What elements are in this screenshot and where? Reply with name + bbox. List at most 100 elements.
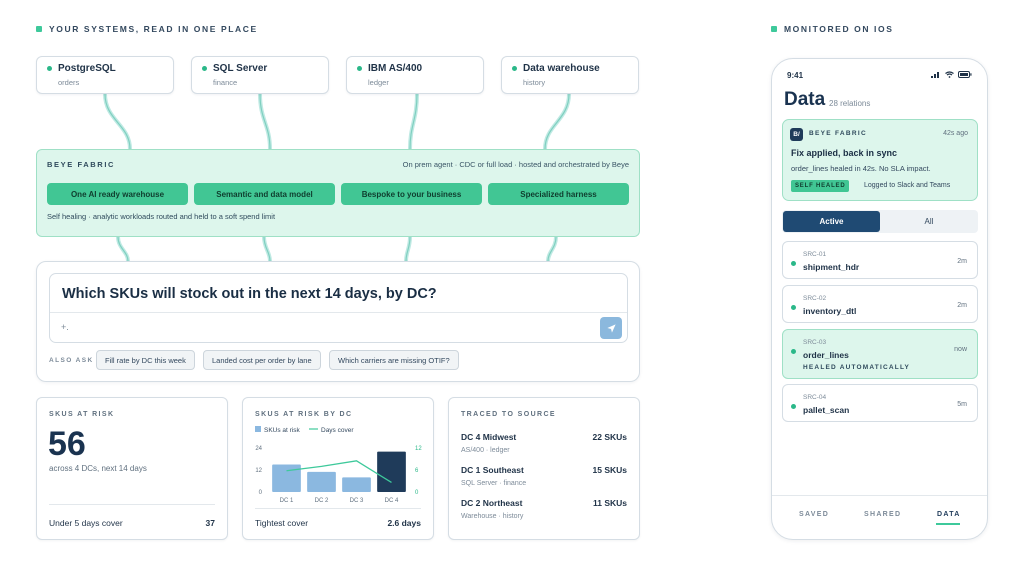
chart-bar — [377, 451, 406, 492]
tab-bar: SAVED SHARED DATA — [772, 495, 987, 539]
big-number: 56 — [48, 425, 86, 463]
fabric-pill-semantic-model[interactable]: Semantic and data model — [194, 183, 335, 205]
trace-row[interactable]: DC 1 Southeast SQL Server · finance 15 S… — [461, 465, 627, 487]
connector-line — [103, 92, 132, 151]
source-name: Data warehouse — [523, 63, 600, 74]
y-right-tick-label: 6 — [415, 468, 419, 474]
self-healed-badge: SELF HEALED — [791, 180, 850, 192]
alert-logged-text: Logged to Slack and Teams — [864, 182, 951, 189]
source-sub: finance — [213, 78, 238, 87]
attach-plus-icon[interactable]: +. — [61, 322, 69, 332]
tab-data[interactable]: DATA — [937, 511, 961, 518]
source-name: SQL Server — [213, 63, 268, 74]
fabric-pill-bespoke[interactable]: Bespoke to your business — [341, 183, 482, 205]
source-card-postgresql[interactable]: PostgreSQL orders — [36, 56, 174, 94]
source-card-sql-server[interactable]: SQL Server finance — [191, 56, 329, 94]
days-cover-line — [286, 460, 392, 484]
x-tick-label: DC 4 — [385, 498, 399, 504]
fabric-title: BEYE FABRIC — [47, 160, 116, 169]
source-name: PostgreSQL — [58, 63, 116, 74]
status-dot-icon — [512, 66, 517, 71]
trace-row[interactable]: DC 4 Midwest AS/400 · ledger 22 SKUs — [461, 432, 627, 454]
relation-time: now — [954, 346, 967, 353]
x-tick-label: DC 2 — [315, 498, 329, 504]
source-sub: orders — [58, 78, 80, 87]
y-right-tick-label: 0 — [415, 490, 419, 496]
list-item[interactable]: SRC-04 pallet_scan 5m — [782, 384, 978, 422]
tab-saved[interactable]: SAVED — [799, 511, 829, 518]
segment-all[interactable]: All — [881, 211, 977, 232]
suggestion-chip[interactable]: Fill rate by DC this week — [96, 350, 195, 370]
relation-name: inventory_dtl — [803, 306, 857, 316]
skus-at-risk-card: SKUS AT RISK 56 across 4 DCs, next 14 da… — [36, 397, 228, 540]
status-time: 9:41 — [787, 71, 804, 80]
query-panel: Which SKUs will stock out in the next 14… — [36, 261, 640, 382]
fabric-description: On prem agent · CDC or full load · hoste… — [402, 160, 629, 169]
trace-row[interactable]: DC 2 Northeast Warehouse · history 11 SK… — [461, 498, 627, 520]
beye-logo-icon: B/ — [790, 128, 803, 141]
send-icon — [606, 323, 616, 333]
relation-name: pallet_scan — [803, 405, 850, 415]
list-item[interactable]: SRC-02 inventory_dtl 2m — [782, 285, 978, 323]
status-dot-icon — [202, 66, 207, 71]
alert-time: 42s ago — [943, 130, 968, 137]
legend-line-label: Days cover — [321, 427, 354, 434]
fabric-alert-card[interactable]: B/ BEYE FABRIC 42s ago Fix applied, back… — [782, 119, 978, 201]
fabric-pill-harness[interactable]: Specialized harness — [488, 183, 629, 205]
connector-line — [116, 235, 130, 263]
big-number-sub: across 4 DCs, next 14 days — [49, 464, 147, 473]
list-item[interactable]: SRC-01 shipment_hdr 2m — [782, 241, 978, 279]
status-dot-icon — [791, 404, 796, 409]
footer-value: 2.6 days — [387, 518, 421, 528]
suggestion-chip[interactable]: Landed cost per order by lane — [203, 350, 321, 370]
fabric-pill-warehouse[interactable]: One AI ready warehouse — [47, 183, 188, 205]
connector-line — [404, 235, 412, 263]
relation-name: shipment_hdr — [803, 262, 860, 272]
source-card-ibm-as400[interactable]: IBM AS/400 ledger — [346, 56, 484, 94]
source-code: SRC-04 — [803, 394, 827, 401]
alert-source: BEYE FABRIC — [809, 130, 868, 137]
relation-name: order_lines — [803, 350, 849, 360]
suggestion-chip[interactable]: Which carriers are missing OTIF? — [329, 350, 459, 370]
relation-time: 2m — [957, 302, 967, 309]
connector-line — [543, 92, 571, 151]
wifi-icon — [945, 71, 954, 78]
source-code: SRC-03 — [803, 339, 827, 346]
x-tick-label: DC 1 — [280, 498, 294, 504]
trace-count: 22 SKUs — [592, 432, 628, 442]
query-input[interactable]: Which SKUs will stock out in the next 14… — [49, 273, 628, 343]
also-ask-label: ALSO ASK — [49, 357, 94, 364]
healed-label: HEALED AUTOMATICALLY — [803, 364, 911, 371]
traced-to-source-card: TRACED TO SOURCE DC 4 Midwest AS/400 · l… — [448, 397, 640, 540]
segment-active[interactable]: Active — [783, 211, 880, 232]
phone-mockup: 9:41 Data 28 relations B/ BEYE FABRIC 42… — [771, 58, 988, 540]
relation-time: 5m — [957, 401, 967, 408]
trace-count: 11 SKUs — [592, 498, 627, 508]
legend-bar-swatch — [255, 426, 261, 432]
trace-source: SQL Server · finance — [461, 480, 527, 487]
status-dot-icon — [47, 66, 52, 71]
tab-shared[interactable]: SHARED — [864, 511, 901, 518]
chart-bar — [307, 471, 336, 492]
status-dot-icon — [357, 66, 362, 71]
battery-icon — [958, 71, 972, 78]
alert-heading: Fix applied, back in sync — [791, 148, 898, 158]
alert-body: order_lines healed in 42s. No SLA impact… — [791, 164, 931, 173]
send-button[interactable] — [600, 317, 622, 339]
connector-line — [546, 235, 558, 263]
source-card-data-warehouse[interactable]: Data warehouse history — [501, 56, 639, 94]
relations-count: 28 relations — [829, 99, 871, 108]
list-item-healed[interactable]: SRC-03 order_lines now HEALED AUTOMATICA… — [782, 329, 978, 379]
header-square-icon — [771, 26, 777, 32]
source-code: SRC-01 — [803, 251, 827, 258]
trace-count: 15 SKUs — [592, 465, 628, 475]
segmented-control: Active All — [782, 210, 978, 233]
footer-label: Tightest cover — [255, 518, 309, 528]
footer-label: Under 5 days cover — [49, 518, 123, 528]
status-dot-icon — [791, 349, 796, 354]
chart-bar — [342, 477, 371, 492]
connector-line — [258, 92, 272, 151]
query-text: Which SKUs will stock out in the next 14… — [62, 286, 437, 302]
y-right-tick-label: 12 — [415, 446, 422, 452]
left-section-title: YOUR SYSTEMS, READ IN ONE PLACE — [49, 24, 258, 34]
